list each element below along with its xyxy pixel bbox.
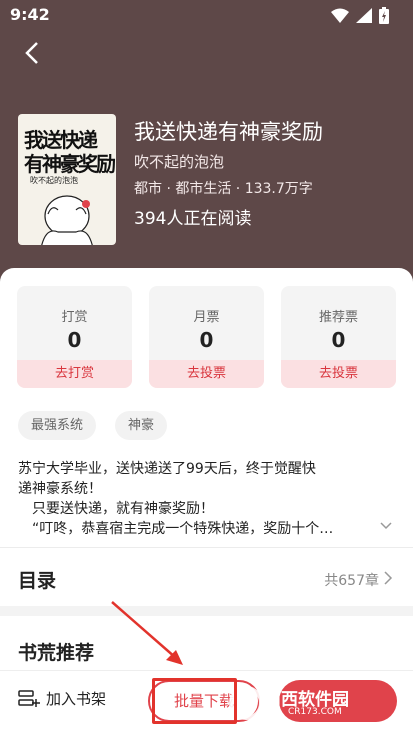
cover-illustration	[41, 195, 93, 245]
add-to-shelf-button[interactable]: 加入书架	[18, 688, 106, 709]
divider	[0, 547, 413, 548]
wifi-icon	[331, 8, 349, 23]
tag-chip[interactable]: 最强系统	[18, 411, 97, 440]
description-line: 苏宁大学毕业，送快递送了99天后，终于觉醒快	[18, 461, 316, 477]
chapter-count[interactable]: 共657章	[324, 570, 379, 590]
description-line: 递神豪系统！	[18, 481, 102, 497]
book-author[interactable]: 吹不起的泡泡	[134, 151, 224, 172]
chevron-right-icon[interactable]	[381, 570, 395, 586]
stat-label: 月票	[193, 310, 220, 325]
monthly-ticket-card: 月票 0 去投票	[149, 286, 264, 388]
highlight-box	[152, 678, 237, 724]
tag-chip[interactable]: 神豪	[115, 411, 168, 440]
toc-title[interactable]: 目录	[18, 566, 56, 593]
description-line: “叮咚，恭喜宿主完成一个特殊快递，奖励十个…	[18, 521, 334, 537]
vote-recommend-button[interactable]: 去投票	[281, 360, 396, 388]
status-time: 9:42	[10, 5, 50, 24]
reward-card: 打赏 0 去打赏	[17, 286, 132, 388]
site-watermark: 西西软件园 CR173.COM	[228, 683, 388, 723]
recommend-title: 书荒推荐	[18, 642, 95, 664]
section-divider	[0, 606, 413, 616]
stat-label: 打赏	[61, 310, 88, 325]
chevron-down-icon[interactable]	[378, 518, 394, 534]
bookshelf-add-icon	[18, 689, 40, 707]
stat-label: 推荐票	[318, 310, 358, 325]
back-button[interactable]	[18, 38, 48, 68]
book-cover[interactable]: 我送快递 有神豪奖励 吹不起的泡泡	[18, 114, 116, 245]
watermark-url: CR173.COM	[288, 707, 342, 717]
stat-value: 0	[199, 328, 214, 352]
battery-icon	[379, 7, 389, 24]
signal-icon	[356, 8, 372, 23]
cover-author: 吹不起的泡泡	[30, 176, 78, 185]
reward-button[interactable]: 去打赏	[17, 360, 132, 388]
stat-value: 0	[331, 328, 346, 352]
status-bar: 9:42	[0, 0, 413, 30]
vote-monthly-button[interactable]: 去投票	[149, 360, 264, 388]
description-line: 只要送快递，就有神豪奖励！	[18, 501, 214, 517]
recommend-ticket-card: 推荐票 0 去投票	[281, 286, 396, 388]
stat-value: 0	[67, 328, 82, 352]
add-to-shelf-label: 加入书架	[46, 690, 107, 708]
book-description[interactable]: 苏宁大学毕业，送快递送了99天后，终于觉醒快 递神豪系统！ 只要送快递，就有神豪…	[18, 459, 378, 539]
chevron-left-icon	[25, 42, 38, 64]
book-meta: 都市 · 都市生活 · 133.7万字	[134, 181, 313, 197]
reader-count: 394人正在阅读	[134, 209, 252, 229]
cover-title-line2: 有神豪奖励	[24, 152, 116, 176]
book-title: 我送快递有神豪奖励	[134, 120, 323, 144]
